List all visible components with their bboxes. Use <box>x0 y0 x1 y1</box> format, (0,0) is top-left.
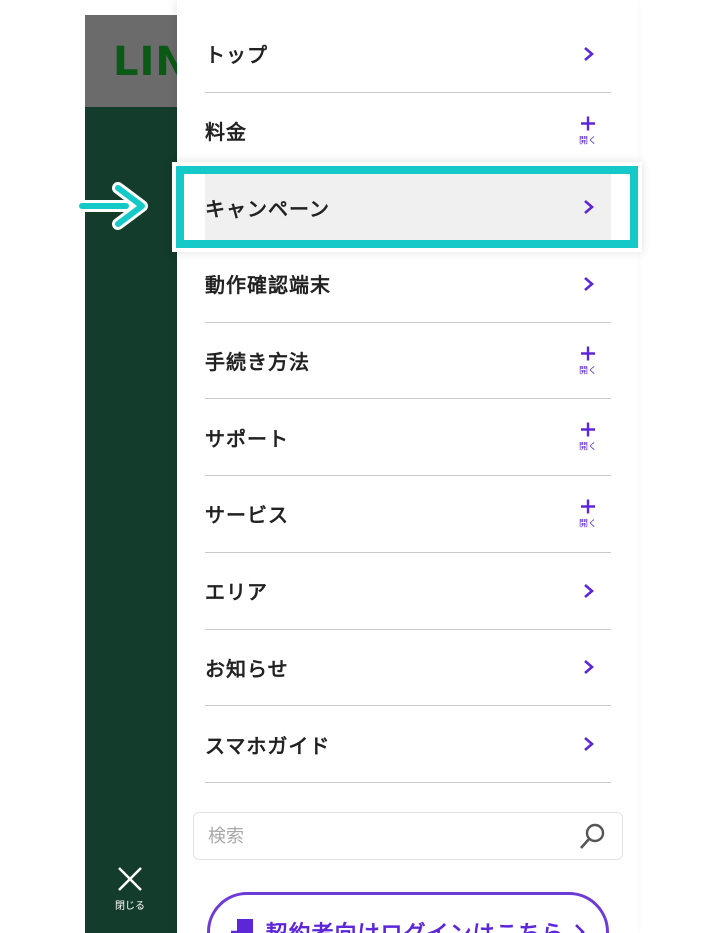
menu-item-label: 手続き方法 <box>205 350 310 375</box>
menu-item-label: スマホガイド <box>205 733 331 758</box>
open-label: 開く <box>578 366 597 377</box>
chevron-right-icon <box>584 660 594 675</box>
plus-icon <box>581 422 595 437</box>
line-logo: LIN <box>113 39 177 85</box>
login-door-icon <box>231 919 254 933</box>
chevron-right-icon <box>584 276 594 291</box>
menu-item-label: エリア <box>205 580 268 605</box>
plus-icon <box>581 346 595 361</box>
menu-item-label: 動作確認端末 <box>205 273 331 298</box>
expand-toggle[interactable]: 開く <box>577 498 599 529</box>
menu-item-label: キャンペーン <box>205 196 330 221</box>
plus-icon <box>581 116 595 131</box>
close-label: 閉じる <box>115 901 145 912</box>
open-label: 開く <box>578 519 597 530</box>
search-icon[interactable] <box>578 821 608 851</box>
menu-item-services[interactable]: サービス 開く <box>205 476 611 553</box>
menu-item-campaign[interactable]: キャンペーン <box>205 169 611 247</box>
chevron-right-icon <box>584 46 594 61</box>
expand-toggle[interactable]: 開く <box>577 115 599 146</box>
menu-item-devices[interactable]: 動作確認端末 <box>205 246 611 323</box>
chevron-right-icon <box>584 200 594 215</box>
menu-item-pricing[interactable]: 料金 開く <box>205 93 611 170</box>
menu-item-label: サポート <box>205 426 289 451</box>
navigation-drawer: トップ 料金 開く キャンペーン 動作確認端末 手続き方法 開く サポート 開く… <box>177 0 638 933</box>
search-input[interactable] <box>208 825 578 847</box>
expand-toggle[interactable]: 開く <box>577 422 599 453</box>
background-header: LIN <box>85 15 177 107</box>
chevron-right-icon <box>584 583 594 598</box>
pointer-arrow-icon <box>78 182 148 230</box>
open-label: 開く <box>578 442 597 453</box>
background-page: LIN 閉じる <box>85 15 177 933</box>
menu-item-label: サービス <box>205 503 289 528</box>
menu-item-news[interactable]: お知らせ <box>205 630 611 707</box>
plus-icon <box>581 499 595 514</box>
close-icon <box>118 867 142 891</box>
chevron-right-icon <box>574 924 585 933</box>
menu-item-top[interactable]: トップ <box>205 16 611 93</box>
menu-item-label: 料金 <box>205 120 247 145</box>
menu-item-area[interactable]: エリア <box>205 553 611 630</box>
menu-list: トップ 料金 開く キャンペーン 動作確認端末 手続き方法 開く サポート 開く… <box>205 16 611 783</box>
menu-item-procedures[interactable]: 手続き方法 開く <box>205 323 611 400</box>
login-button[interactable]: 契約者向けログインはこちら <box>207 892 609 933</box>
menu-item-support[interactable]: サポート 開く <box>205 399 611 477</box>
login-label: 契約者向けログインはこちら <box>265 916 564 933</box>
menu-item-label: お知らせ <box>205 656 289 681</box>
chevron-right-icon <box>584 737 594 752</box>
open-label: 開く <box>578 136 597 147</box>
menu-item-smartphone-guide[interactable]: スマホガイド <box>205 706 611 783</box>
close-menu-button[interactable]: 閉じる <box>105 865 155 925</box>
search-box <box>193 812 623 860</box>
expand-toggle[interactable]: 開く <box>577 345 599 376</box>
menu-item-label: トップ <box>205 43 268 68</box>
